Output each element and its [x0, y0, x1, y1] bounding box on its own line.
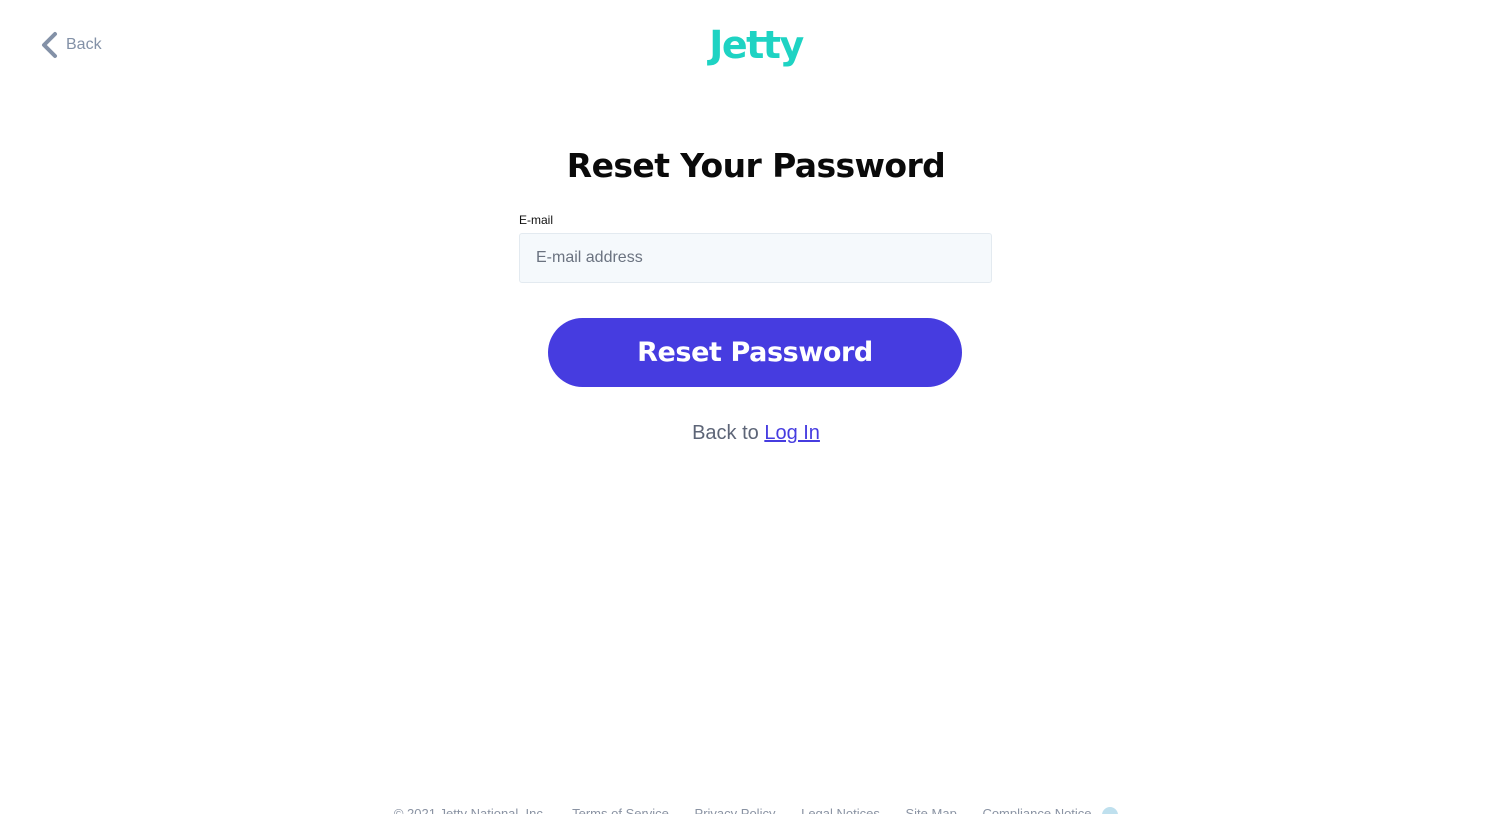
footer-copyright: © 2021 Jetty National, Inc. [393, 806, 547, 814]
back-to-login-prefix: Back to [692, 422, 765, 444]
email-input[interactable] [519, 233, 992, 283]
footer-link-legal[interactable]: Legal Notices [801, 806, 880, 814]
back-to-login: Back to Log In [0, 422, 1512, 445]
footer-link-terms[interactable]: Terms of Service [572, 806, 669, 814]
footer: © 2021 Jetty National, Inc. Terms of Ser… [0, 806, 1512, 814]
footer-link-sitemap[interactable]: Site Map [906, 806, 957, 814]
email-label: E-mail [519, 213, 554, 227]
login-link[interactable]: Log In [764, 422, 820, 444]
help-circle-icon[interactable] [1102, 806, 1119, 814]
footer-link-privacy[interactable]: Privacy Policy [695, 806, 776, 814]
page-title: Reset Your Password [566, 146, 946, 185]
jetty-logo[interactable]: Jetty [0, 22, 1512, 68]
reset-password-page: Back Jetty Reset Your Password E-mail Re… [0, 0, 1512, 814]
footer-link-compliance[interactable]: Compliance Notice [982, 806, 1091, 814]
reset-password-button[interactable]: Reset Password [548, 318, 962, 387]
